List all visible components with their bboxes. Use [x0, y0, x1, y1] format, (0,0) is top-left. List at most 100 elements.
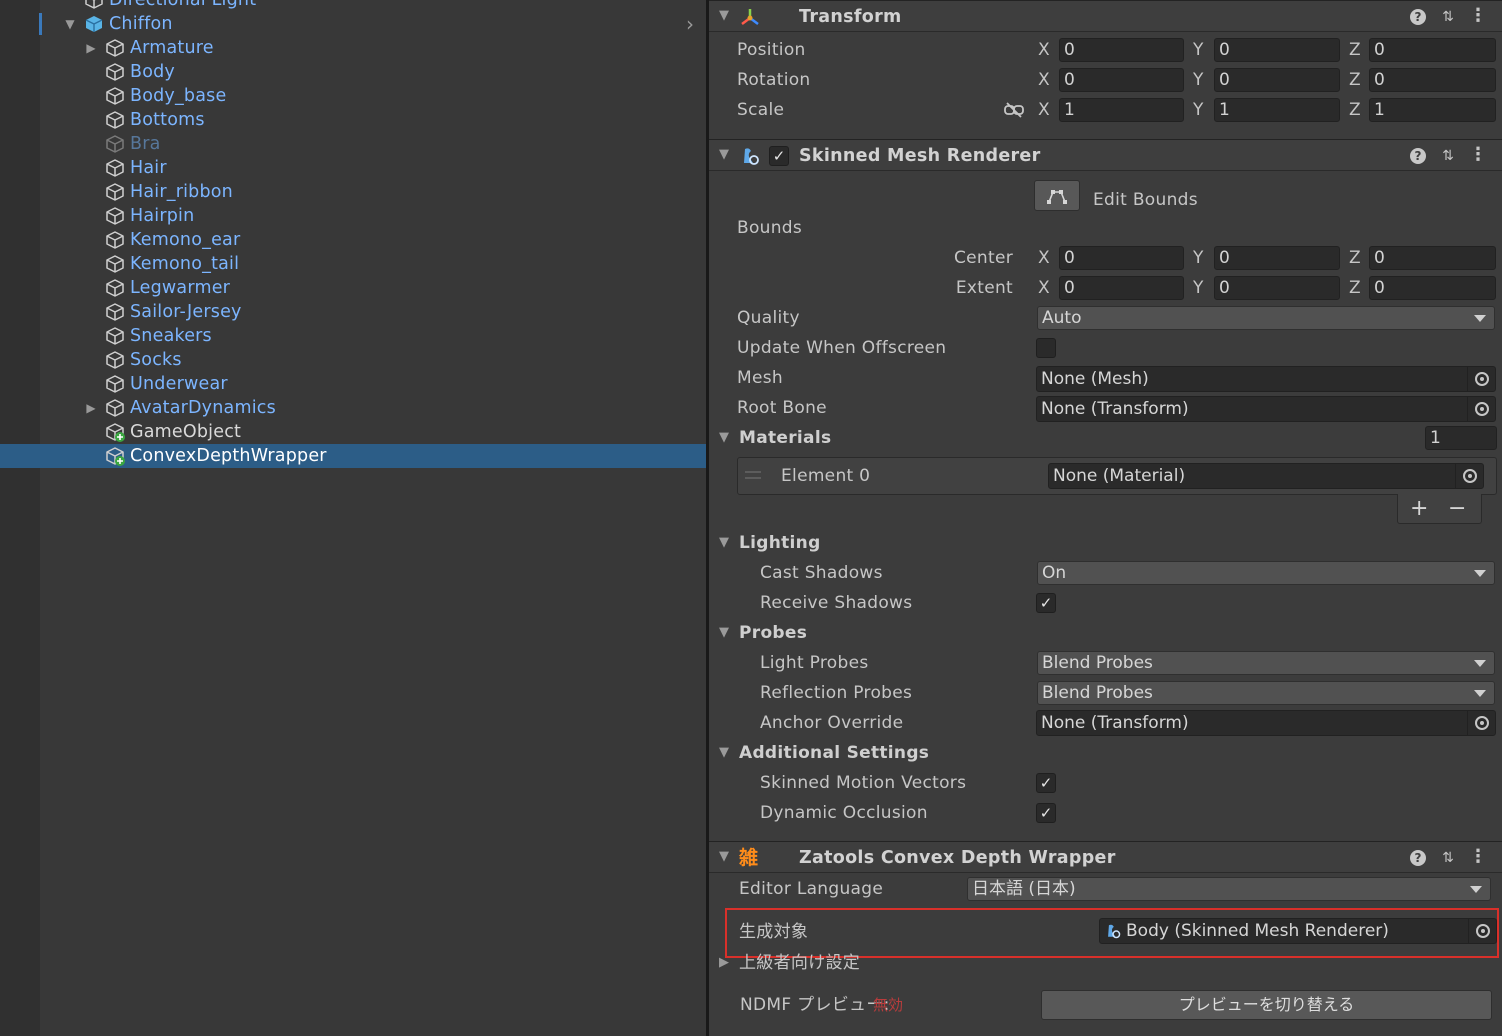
mesh-field[interactable]: None (Mesh) [1036, 366, 1496, 392]
constrain-proportions-icon[interactable] [1003, 100, 1025, 120]
help-icon[interactable]: ? [1408, 7, 1428, 27]
materials-size-field[interactable]: 1 [1425, 426, 1497, 450]
help-icon[interactable]: ? [1408, 848, 1428, 868]
hierarchy-item[interactable]: Sneakers [0, 324, 706, 348]
object-picker-icon[interactable] [1467, 397, 1495, 421]
x-axis-label[interactable]: X [1038, 95, 1050, 125]
hierarchy-item[interactable]: Socks [0, 348, 706, 372]
kebab-menu-icon[interactable]: ⋮ [1468, 146, 1488, 166]
preset-icon[interactable]: ⇅ [1438, 848, 1458, 868]
center-x-field[interactable]: 0 [1059, 246, 1184, 270]
advanced-settings-label[interactable]: 上級者向け設定 [739, 948, 860, 978]
object-picker-icon[interactable] [1467, 367, 1495, 391]
scale-z-field[interactable]: 1 [1369, 98, 1496, 122]
reflection-probes-dropdown[interactable]: Blend Probes [1037, 681, 1495, 705]
foldout-open-icon[interactable]: ▼ [719, 147, 729, 162]
kebab-menu-icon[interactable]: ⋮ [1468, 848, 1488, 868]
y-axis-label[interactable]: Y [1193, 35, 1203, 65]
rotation-x-field[interactable]: 0 [1059, 68, 1184, 92]
probes-label[interactable]: Probes [739, 618, 807, 648]
hierarchy-item[interactable]: ▶ Armature [0, 36, 706, 60]
transform-header[interactable]: ▼ Transform ? ⇅ ⋮ [709, 0, 1502, 32]
position-x-field[interactable]: 0 [1059, 38, 1184, 62]
foldout-closed-icon[interactable]: ▶ [719, 948, 729, 978]
skinned-motion-vectors-checkbox[interactable]: ✓ [1036, 773, 1056, 793]
light-probes-dropdown[interactable]: Blend Probes [1037, 651, 1495, 675]
add-element-button[interactable]: + [1410, 494, 1429, 524]
hierarchy-item[interactable]: Hairpin [0, 204, 706, 228]
foldout-closed-icon[interactable]: ▶ [84, 400, 98, 416]
toggle-preview-button[interactable]: プレビューを切り替える [1041, 990, 1492, 1020]
y-axis-label[interactable]: Y [1193, 273, 1203, 303]
skinned-mesh-renderer-header[interactable]: ▼ ✓ Skinned Mesh Renderer ? ⇅ ⋮ [709, 139, 1502, 171]
hierarchy-item[interactable]: ▼ Chiffon [0, 12, 706, 36]
rotation-y-field[interactable]: 0 [1214, 68, 1340, 92]
z-axis-label[interactable]: Z [1349, 35, 1361, 65]
hierarchy-item[interactable]: Hair [0, 156, 706, 180]
foldout-open-icon[interactable]: ▼ [719, 423, 729, 453]
remove-element-button[interactable]: − [1448, 494, 1467, 524]
material-element-field[interactable]: None (Material) [1048, 463, 1484, 489]
extent-z-field[interactable]: 0 [1369, 276, 1496, 300]
foldout-open-icon[interactable]: ▼ [719, 528, 729, 558]
position-y-field[interactable]: 0 [1214, 38, 1340, 62]
object-picker-icon[interactable] [1455, 464, 1483, 488]
extent-y-field[interactable]: 0 [1214, 276, 1340, 300]
x-axis-label[interactable]: X [1038, 273, 1050, 303]
preset-icon[interactable]: ⇅ [1438, 7, 1458, 27]
foldout-closed-icon[interactable]: ▶ [84, 40, 98, 56]
z-axis-label[interactable]: Z [1349, 273, 1361, 303]
hierarchy-item[interactable]: Hair_ribbon [0, 180, 706, 204]
target-field[interactable]: Body (Skinned Mesh Renderer) [1099, 918, 1497, 944]
x-axis-label[interactable]: X [1038, 65, 1050, 95]
additional-settings-label[interactable]: Additional Settings [739, 738, 929, 768]
hierarchy-item[interactable]: GameObject [0, 420, 706, 444]
hierarchy-item[interactable]: Sailor-Jersey [0, 300, 706, 324]
materials-label[interactable]: Materials [739, 423, 831, 453]
hierarchy-item[interactable]: Legwarmer [0, 276, 706, 300]
hierarchy-item[interactable]: ▶ AvatarDynamics [0, 396, 706, 420]
z-axis-label[interactable]: Z [1349, 243, 1361, 273]
foldout-open-icon[interactable]: ▼ [719, 618, 729, 648]
receive-shadows-checkbox[interactable]: ✓ [1036, 593, 1056, 613]
rotation-z-field[interactable]: 0 [1369, 68, 1496, 92]
anchor-override-field[interactable]: None (Transform) [1036, 710, 1496, 736]
update-offscreen-checkbox[interactable] [1036, 338, 1056, 358]
hierarchy-item[interactable]: ConvexDepthWrapper [0, 444, 706, 468]
preset-icon[interactable]: ⇅ [1438, 146, 1458, 166]
editor-language-dropdown[interactable]: 日本語 (日本) [967, 877, 1491, 901]
z-axis-label[interactable]: Z [1349, 95, 1361, 125]
zatools-header[interactable]: ▼ 雑 Zatools Convex Depth Wrapper ? ⇅ ⋮ [709, 841, 1502, 873]
component-enabled-checkbox[interactable]: ✓ [769, 146, 789, 166]
y-axis-label[interactable]: Y [1193, 243, 1203, 273]
foldout-open-icon[interactable]: ▼ [719, 8, 729, 23]
dynamic-occlusion-checkbox[interactable]: ✓ [1036, 803, 1056, 823]
hierarchy-item[interactable]: Bottoms [0, 108, 706, 132]
edit-bounds-button[interactable] [1034, 180, 1080, 211]
scale-y-field[interactable]: 1 [1214, 98, 1340, 122]
hierarchy-item[interactable]: Kemono_ear [0, 228, 706, 252]
help-icon[interactable]: ? [1408, 146, 1428, 166]
extent-x-field[interactable]: 0 [1059, 276, 1184, 300]
scale-x-field[interactable]: 1 [1059, 98, 1184, 122]
drag-handle-icon[interactable] [745, 467, 761, 485]
center-z-field[interactable]: 0 [1369, 246, 1496, 270]
foldout-open-icon[interactable]: ▼ [719, 738, 729, 768]
hierarchy-item[interactable]: Bra [0, 132, 706, 156]
foldout-open-icon[interactable]: ▼ [719, 849, 729, 864]
object-picker-icon[interactable] [1467, 711, 1495, 735]
root-bone-field[interactable]: None (Transform) [1036, 396, 1496, 422]
x-axis-label[interactable]: X [1038, 35, 1050, 65]
object-picker-icon[interactable] [1468, 919, 1496, 943]
lighting-label[interactable]: Lighting [739, 528, 821, 558]
center-y-field[interactable]: 0 [1214, 246, 1340, 270]
cast-shadows-dropdown[interactable]: On [1037, 561, 1495, 585]
hierarchy-item[interactable]: Underwear [0, 372, 706, 396]
quality-dropdown[interactable]: Auto [1037, 306, 1495, 330]
y-axis-label[interactable]: Y [1193, 65, 1203, 95]
hierarchy-item[interactable]: Body_base [0, 84, 706, 108]
hierarchy-item[interactable]: Kemono_tail [0, 252, 706, 276]
foldout-open-icon[interactable]: ▼ [63, 16, 77, 32]
x-axis-label[interactable]: X [1038, 243, 1050, 273]
z-axis-label[interactable]: Z [1349, 65, 1361, 95]
